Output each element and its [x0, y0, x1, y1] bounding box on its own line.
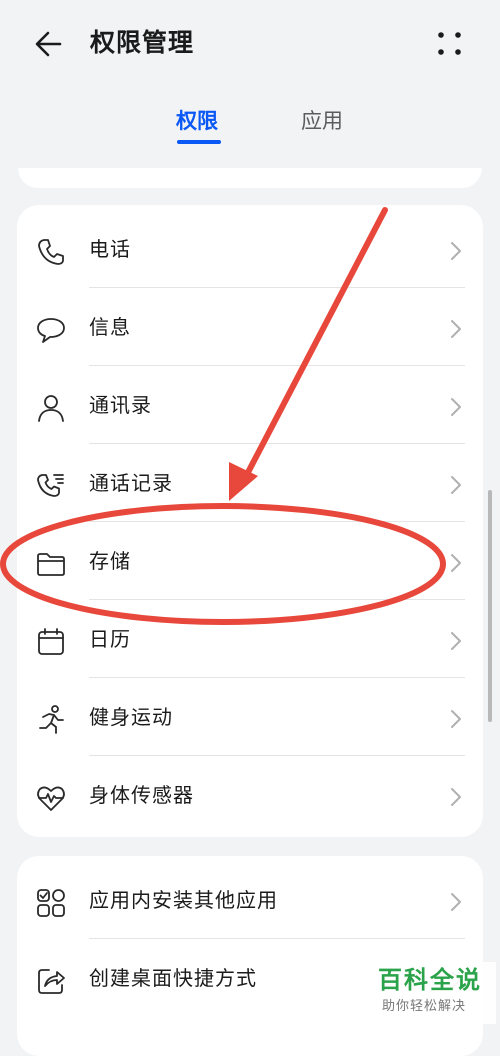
running-icon: [39, 705, 64, 734]
folder-icon: [37, 553, 65, 576]
phone-icon: [38, 239, 64, 265]
active-tab-indicator: [177, 140, 221, 144]
list-item-calendar[interactable]: 日历: [17, 600, 483, 678]
more-options-button[interactable]: [428, 24, 472, 64]
watermark-logo: 百科全说 助你轻松解决: [370, 962, 496, 1024]
list-item-label: 信息: [89, 315, 131, 339]
arrow-left-icon: [35, 31, 62, 57]
shortcut-share-icon: [38, 969, 65, 994]
heart-pulse-icon: [37, 786, 65, 811]
watermark-subtitle: 助你轻松解决: [382, 999, 467, 1014]
list-item-label: 存储: [89, 549, 131, 573]
list-item-label: 健身运动: [89, 705, 173, 729]
list-item-label: 身体传感器: [89, 783, 194, 807]
list-item-label: 电话: [89, 237, 131, 261]
message-bubble-icon: [37, 318, 65, 343]
chevron-right-icon: [451, 398, 461, 416]
watermark-title: 百科全说: [378, 966, 482, 994]
chevron-right-icon: [451, 554, 461, 572]
chevron-right-icon: [451, 242, 461, 260]
chevron-right-icon: [451, 710, 461, 728]
call-log-icon: [37, 474, 64, 497]
chevron-right-icon: [451, 632, 461, 650]
scrollbar[interactable]: [488, 490, 492, 722]
page-title: 权限管理: [90, 28, 195, 57]
chevron-right-icon: [451, 788, 461, 806]
more-dots-icon: [438, 32, 461, 55]
list-item-contacts[interactable]: 通讯录: [17, 366, 483, 444]
chevron-right-icon: [451, 893, 461, 911]
list-item-label: 应用内安装其他应用: [89, 888, 278, 912]
contacts-icon: [38, 395, 64, 422]
chevron-right-icon: [451, 476, 461, 494]
previous-card-edge: [18, 168, 482, 188]
tab-bar: 权限 应用: [0, 100, 500, 150]
list-item-fitness[interactable]: 健身运动: [17, 678, 483, 756]
special-permissions-card: 应用内安装其他应用 创建桌面快捷方式: [17, 856, 483, 1056]
app-grid-icon: [37, 889, 65, 917]
list-item-label: 通讯录: [89, 393, 152, 417]
permissions-list-card: 电话 信息 通讯录 通话记录 存储 日历 健身运动 身体传感器: [17, 205, 483, 837]
list-item-messages[interactable]: 信息: [17, 288, 483, 366]
list-item-body-sensors[interactable]: 身体传感器: [17, 756, 483, 834]
app-header: 权限管理: [0, 0, 500, 90]
list-item-install-apps[interactable]: 应用内安装其他应用: [17, 861, 483, 939]
list-item-label: 通话记录: [89, 471, 173, 495]
list-item-call-log[interactable]: 通话记录: [17, 444, 483, 522]
chevron-right-icon: [451, 320, 461, 338]
list-item-storage[interactable]: 存储: [17, 522, 483, 600]
calendar-icon: [38, 628, 64, 655]
tab-apps[interactable]: 应用: [301, 106, 343, 136]
list-item-phone[interactable]: 电话: [17, 210, 483, 288]
list-item-label: 创建桌面快捷方式: [89, 966, 257, 990]
list-item-label: 日历: [89, 627, 131, 651]
tab-permissions[interactable]: 权限: [176, 106, 218, 136]
back-button[interactable]: [30, 24, 70, 64]
